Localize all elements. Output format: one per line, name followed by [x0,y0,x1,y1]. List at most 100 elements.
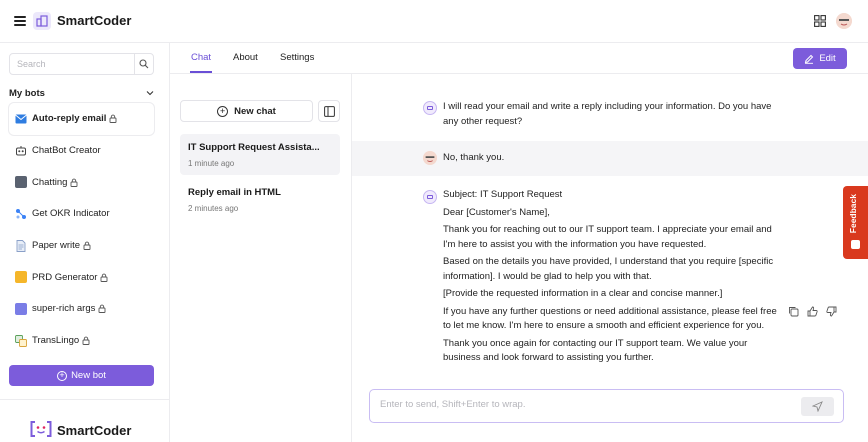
bot-face-icon [427,106,433,110]
conversation-list-panel: + New chat IT Support Request Assista...… [170,74,352,442]
user-avatar[interactable] [836,13,852,29]
square-icon [15,176,27,189]
lock-icon [83,241,91,251]
bot-label: PRD Generator [32,271,98,283]
bot-item-chatting[interactable]: Chatting [9,166,154,198]
active-tab-indicator [190,71,212,73]
building-icon [36,15,48,27]
new-chat-label: New chat [234,105,276,117]
message-text: Subject: IT Support Request Dear [Custom… [443,188,779,369]
tab-chat[interactable]: Chat [191,52,211,63]
plus-circle-icon: + [57,370,68,381]
bot-item-prd-generator[interactable]: PRD Generator [9,261,154,293]
tabs-bar: Chat About Settings Edit [170,43,868,74]
message-actions [788,306,837,317]
message-text: I will read your email and write a reply… [443,100,779,132]
apps-grid-icon[interactable] [814,15,826,27]
sidebar-footer: SmartCoder [0,399,169,442]
bot-label: super-rich args [32,303,96,315]
user-message: No, thank you. [352,141,868,176]
bot-item-auto-reply-email[interactable]: Auto-reply email [9,103,154,135]
feedback-icon [851,240,860,249]
tab-settings[interactable]: Settings [280,52,314,63]
message-paragraph: I will read your email and write a reply… [443,101,772,127]
bot-label: Auto-reply email [32,113,107,125]
feedback-label: Feedback [848,194,858,234]
pencil-icon [805,54,814,64]
face-icon [423,151,437,165]
new-bot-label: New bot [71,370,106,381]
bot-face-icon [427,195,433,199]
thumbs-up-icon[interactable] [807,306,818,317]
message-paragraph: If you have any further questions or nee… [443,305,777,332]
bot-message: Subject: IT Support Request Dear [Custom… [352,182,868,384]
message-input[interactable] [380,399,790,410]
feedback-tab[interactable]: Feedback [843,186,868,259]
thumbs-down-icon[interactable] [826,306,837,317]
lock-icon [70,178,78,187]
send-icon [812,401,823,412]
smartcoder-logo-icon [30,421,52,437]
message-paragraph: No, thank you. [443,152,505,163]
message-thread: I will read your email and write a reply… [352,74,868,384]
mail-icon [15,113,27,125]
bot-label: Chatting [32,176,68,188]
new-chat-button[interactable]: + New chat [180,100,313,122]
bot-label: Paper write [32,240,81,252]
bot-item-super-rich-args[interactable]: super-rich args [9,293,154,325]
conversation-time: 2 minutes ago [188,204,239,213]
copy-icon[interactable] [788,306,799,317]
document-icon [15,239,27,252]
bot-label: TransLingo [32,335,80,347]
bot-avatar [423,101,437,115]
user-message-avatar [423,151,437,165]
toggle-panel-button[interactable] [318,100,340,122]
lock-icon [98,305,106,314]
search-box [9,53,154,75]
lock-icon [109,115,117,124]
plus-circle-icon: + [217,105,229,117]
message-composer [369,389,844,423]
bot-label: Get OKR Indicator [32,208,110,220]
message-paragraph: Thank you for reaching out to our IT sup… [443,224,772,250]
chevron-down-icon[interactable] [146,89,154,97]
message-paragraph: Dear [Customer's Name], [443,206,550,218]
square-icon [15,271,27,284]
message-paragraph: [Provide the requested information in a … [443,288,723,299]
brand-name: SmartCoder [57,13,132,28]
conversation-title: IT Support Request Assista... [188,142,320,153]
search-button[interactable] [135,54,153,74]
search-input[interactable] [10,54,135,74]
nodes-icon [15,208,27,220]
bot-item-paper-write[interactable]: Paper write [9,230,154,262]
lock-icon [82,336,90,346]
bot-message: I will read your email and write a reply… [352,94,868,138]
hamburger-menu-icon[interactable] [14,16,26,26]
bot-item-translingo[interactable]: TransLingo [9,325,154,357]
bot-label: ChatBot Creator [32,145,101,157]
tab-about[interactable]: About [233,52,258,63]
edit-label: Edit [819,53,836,64]
send-button[interactable] [801,397,834,416]
my-bots-title: My bots [9,88,45,99]
bot-item-chatbot-creator[interactable]: ChatBot Creator [9,135,154,167]
lock-icon [101,273,108,282]
message-text: No, thank you. [443,151,779,169]
face-icon [836,13,852,29]
bot-item-get-okr-indicator[interactable]: Get OKR Indicator [9,198,154,230]
robot-icon [15,145,27,157]
message-paragraph: Thank you once again for contacting our … [443,337,748,364]
edit-button[interactable]: Edit [793,48,847,69]
search-icon [139,59,149,69]
translate-icon [15,334,27,347]
brand-logo [33,12,51,30]
conversation-item[interactable]: IT Support Request Assista... 1 minute a… [180,134,340,175]
square-icon [15,302,27,315]
conversation-time: 1 minute ago [188,159,235,168]
sidebar: My bots Auto-reply email ChatBot Creator… [0,43,170,442]
conversation-title: Reply email in HTML [188,187,281,198]
bot-list: Auto-reply email ChatBot Creator Chattin… [9,103,154,357]
message-paragraph: Based on the details you have provided, … [443,256,774,282]
conversation-item[interactable]: Reply email in HTML 2 minutes ago [180,179,340,220]
new-bot-button[interactable]: + New bot [9,365,154,386]
